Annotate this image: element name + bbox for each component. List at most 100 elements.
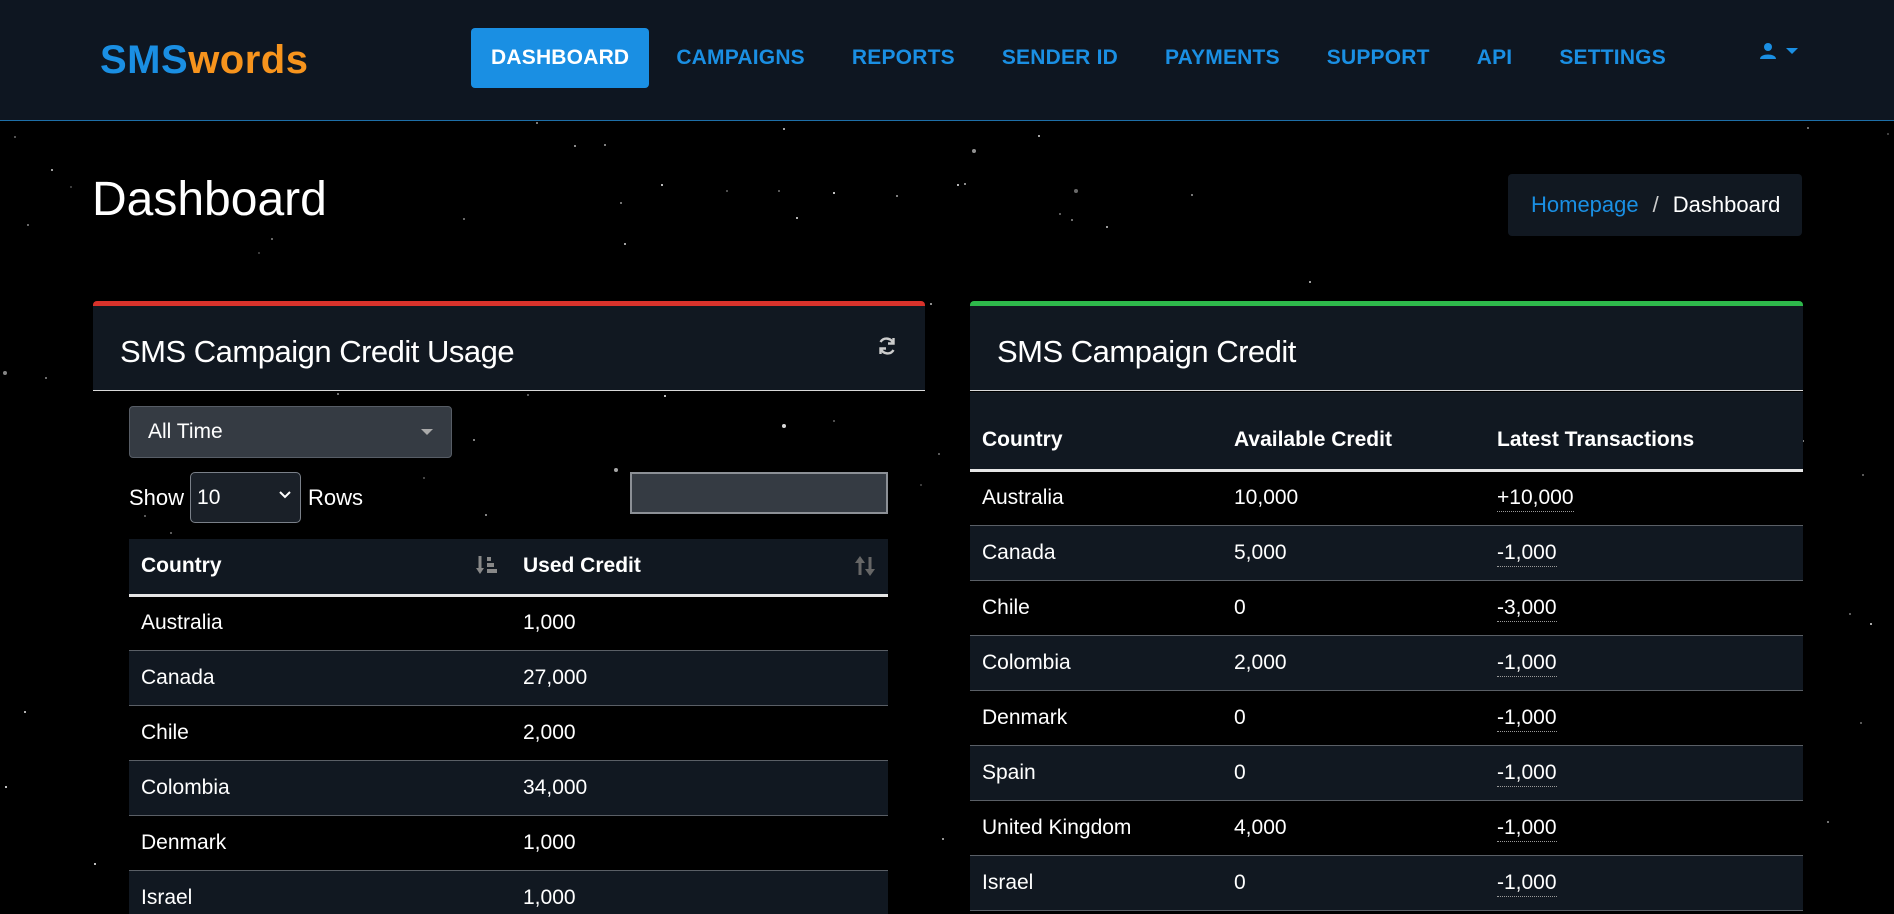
- cell-country: Colombia: [129, 760, 511, 816]
- main-nav: DASHBOARD CAMPAIGNS REPORTS SENDER ID PA…: [471, 28, 1693, 88]
- rows-per-page-select[interactable]: 10: [190, 472, 302, 523]
- star-dot: [27, 224, 29, 226]
- table-row: Australia 10,000 +10,000: [970, 470, 1803, 526]
- table-search-input[interactable]: [630, 472, 888, 514]
- star-dot: [1071, 219, 1073, 221]
- star-dot: [938, 453, 940, 455]
- star-dot: [45, 377, 47, 379]
- cell-country: United Kingdom: [970, 800, 1222, 856]
- table-row: Denmark 1,000: [129, 815, 888, 871]
- star-dot: [51, 169, 53, 171]
- nav-sender-id[interactable]: SENDER ID: [982, 28, 1138, 88]
- cell-available-credit: 0: [1222, 580, 1485, 636]
- star-dot: [783, 128, 785, 130]
- cell-country: Denmark: [129, 815, 511, 871]
- nav-campaigns[interactable]: CAMPAIGNS: [656, 28, 825, 88]
- cell-country: Australia: [129, 595, 511, 651]
- campaign-credit-panel: SMS Campaign Credit Country Available Cr…: [970, 301, 1803, 914]
- table-row: Colombia 34,000: [129, 760, 888, 816]
- credit-usage-panel: SMS Campaign Credit Usage All Time Show …: [93, 301, 925, 914]
- refresh-icon[interactable]: [877, 336, 897, 356]
- star-dot: [930, 303, 932, 305]
- period-select[interactable]: All Time: [129, 406, 452, 458]
- cell-available-credit: 5,000: [1222, 525, 1485, 581]
- star-dot: [14, 136, 16, 138]
- table-row: Spain 0 -1,000: [970, 745, 1803, 801]
- star-dot: [1887, 133, 1889, 135]
- star-dot: [1807, 127, 1809, 129]
- page-title: Dashboard: [92, 173, 327, 226]
- breadcrumb-home-link[interactable]: Homepage: [1531, 192, 1639, 218]
- rows-per-page-control: Show 10 Rows: [129, 472, 363, 523]
- column-header-country: Country: [970, 392, 1222, 472]
- nav-reports[interactable]: REPORTS: [832, 28, 975, 88]
- transaction-link[interactable]: -1,000: [1497, 815, 1557, 842]
- brand-part-words: words: [188, 38, 309, 82]
- cell-country: Colombia: [970, 635, 1222, 691]
- table-row: Australia 1,000: [129, 595, 888, 651]
- cell-latest-transaction: -1,000: [1485, 855, 1803, 911]
- table-row: Chile 2,000: [129, 705, 888, 761]
- star-dot: [620, 202, 622, 204]
- table-header-row: Country Used Credit: [129, 539, 888, 597]
- rows-per-page-value: 10: [197, 486, 221, 509]
- cell-available-credit: 0: [1222, 690, 1485, 746]
- column-header-available-credit: Available Credit: [1222, 392, 1485, 472]
- nav-settings[interactable]: SETTINGS: [1539, 28, 1686, 88]
- transaction-link[interactable]: -1,000: [1497, 760, 1557, 787]
- star-dot: [1860, 722, 1862, 724]
- star-dot: [70, 186, 72, 188]
- credit-usage-table: Country Used Credit Australia 1,000 Cana…: [129, 539, 888, 914]
- cell-used-credit: 1,000: [511, 595, 888, 651]
- sort-icon: [855, 556, 875, 576]
- campaign-credit-table: Country Available Credit Latest Transact…: [970, 392, 1803, 911]
- star-dot: [463, 218, 465, 220]
- table-row: Canada 27,000: [129, 650, 888, 706]
- transaction-link[interactable]: +10,000: [1497, 486, 1574, 512]
- star-dot: [574, 145, 576, 147]
- nav-api[interactable]: API: [1457, 28, 1533, 88]
- cell-country: Chile: [129, 705, 511, 761]
- column-header-used-credit[interactable]: Used Credit: [511, 539, 888, 597]
- user-menu-toggle[interactable]: [1760, 42, 1798, 60]
- cell-available-credit: 10,000: [1222, 470, 1485, 526]
- star-dot: [942, 838, 944, 840]
- star-dot: [833, 192, 835, 194]
- transaction-link[interactable]: -1,000: [1497, 650, 1557, 677]
- star-dot: [1870, 623, 1872, 625]
- star-dot: [3, 371, 7, 375]
- cell-used-credit: 27,000: [511, 650, 888, 706]
- cell-country: Chile: [970, 580, 1222, 636]
- cell-latest-transaction: -1,000: [1485, 635, 1803, 691]
- brand-logo[interactable]: SMSwords: [100, 38, 308, 83]
- column-header-latest-transactions: Latest Transactions: [1485, 392, 1803, 472]
- star-dot: [1309, 281, 1311, 283]
- star-dot: [1849, 613, 1851, 615]
- nav-support[interactable]: SUPPORT: [1307, 28, 1450, 88]
- rows-label: Rows: [308, 484, 364, 510]
- table-row: Israel 0 -1,000: [970, 855, 1803, 911]
- cell-country: Israel: [129, 870, 511, 914]
- breadcrumb: Homepage / Dashboard: [1508, 174, 1802, 236]
- transaction-link[interactable]: -1,000: [1497, 870, 1557, 897]
- star-dot: [964, 183, 966, 185]
- transaction-link[interactable]: -1,000: [1497, 540, 1557, 567]
- transaction-link[interactable]: -1,000: [1497, 705, 1557, 732]
- nav-payments[interactable]: PAYMENTS: [1145, 28, 1300, 88]
- star-dot: [24, 711, 26, 713]
- column-header-country[interactable]: Country: [129, 539, 511, 597]
- breadcrumb-current: Dashboard: [1672, 192, 1781, 217]
- cell-used-credit: 2,000: [511, 705, 888, 761]
- cell-country: Denmark: [970, 690, 1222, 746]
- star-dot: [1038, 135, 1040, 137]
- star-dot: [1074, 189, 1078, 193]
- star-dot: [957, 184, 959, 186]
- column-header-label: Country: [141, 554, 222, 578]
- period-select-value: All Time: [148, 420, 223, 443]
- table-row: United Kingdom 4,000 -1,000: [970, 800, 1803, 856]
- brand-part-sms: SMS: [100, 38, 189, 82]
- star-dot: [271, 238, 273, 240]
- star-dot: [5, 786, 7, 788]
- transaction-link[interactable]: -3,000: [1497, 595, 1557, 622]
- nav-dashboard[interactable]: DASHBOARD: [471, 28, 650, 88]
